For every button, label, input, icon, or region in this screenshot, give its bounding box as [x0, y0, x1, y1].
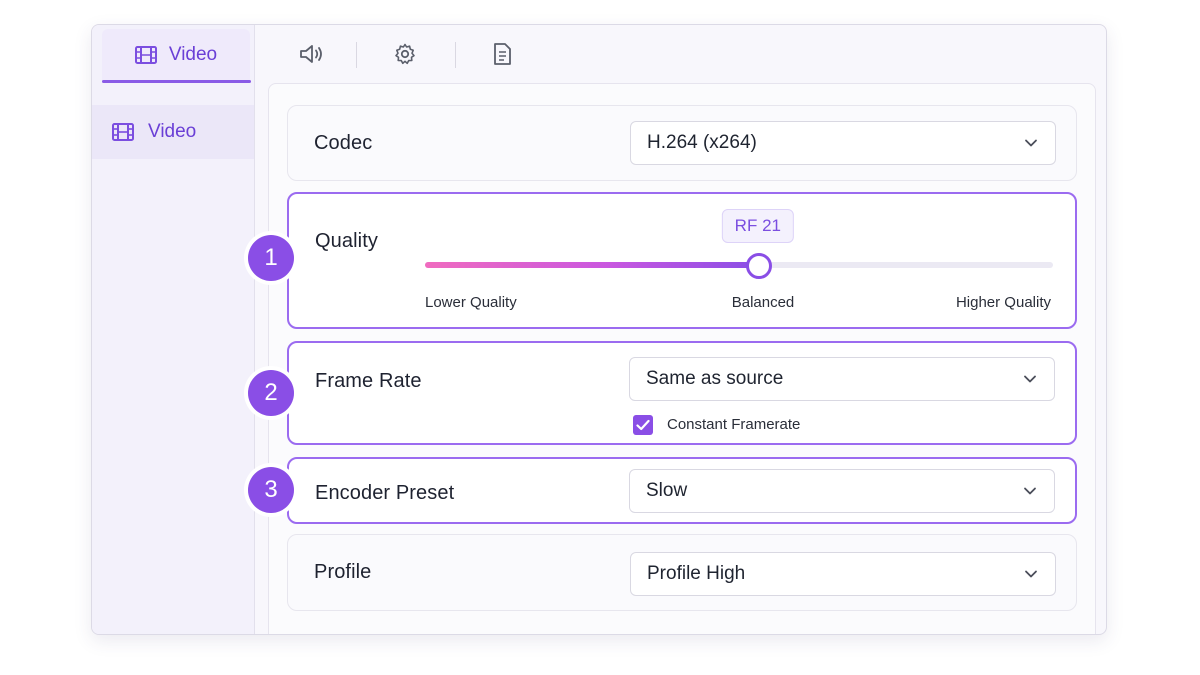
codec-label: Codec — [314, 132, 373, 154]
frame-rate-label: Frame Rate — [315, 370, 422, 392]
callout-badge-3: 3 — [248, 467, 294, 513]
quality-row: Quality RF 21 Lower Quality Balanced Hig… — [287, 192, 1077, 329]
quality-tick-balanced: Balanced — [731, 294, 795, 311]
callout-badge-1: 1 — [248, 235, 294, 281]
app-window: Video Video Codec H.264 (x264) Quality R… — [91, 24, 1107, 635]
sidebar-tab-label: Video — [168, 44, 218, 65]
chevron-down-icon — [1024, 487, 1036, 495]
chevron-down-icon — [1024, 375, 1036, 383]
chevron-down-icon — [1025, 139, 1037, 147]
encoder-preset-select[interactable]: Slow — [629, 469, 1055, 513]
encoder-preset-label: Encoder Preset — [315, 482, 455, 504]
codec-select[interactable]: H.264 (x264) — [630, 121, 1056, 165]
profile-select[interactable]: Profile High — [630, 552, 1056, 596]
encoder-preset-value: Slow — [646, 480, 688, 501]
constant-framerate-label: Constant Framerate — [667, 416, 801, 433]
toolbar-divider — [356, 42, 357, 68]
quality-label: Quality — [315, 230, 378, 252]
toolbar-divider — [455, 42, 456, 68]
sidebar-tab-video[interactable]: Video — [102, 29, 250, 81]
frame-rate-select[interactable]: Same as source — [629, 357, 1055, 401]
speaker-icon[interactable] — [296, 39, 326, 69]
quality-tick-lower: Lower Quality — [425, 294, 517, 311]
codec-value: H.264 (x264) — [647, 132, 757, 153]
quality-value-chip: RF 21 — [721, 209, 794, 243]
active-tab-indicator — [102, 80, 251, 83]
quality-slider-handle[interactable] — [745, 253, 772, 279]
quality-tick-higher: Higher Quality — [955, 294, 1051, 311]
profile-row: Profile Profile High — [287, 534, 1077, 611]
sidebar-item-label: Video — [148, 121, 197, 142]
chevron-down-icon — [1025, 570, 1037, 578]
codec-row: Codec H.264 (x264) — [287, 105, 1077, 181]
frame-rate-row: Frame Rate Same as source Constant Frame… — [287, 341, 1077, 445]
document-icon[interactable] — [487, 39, 517, 69]
quality-slider-fill — [425, 262, 758, 268]
gear-icon[interactable] — [390, 39, 420, 69]
checkmark-icon — [636, 419, 650, 431]
callout-badge-2: 2 — [248, 370, 294, 416]
frame-rate-value: Same as source — [646, 368, 784, 389]
film-icon — [112, 123, 134, 141]
encoder-preset-row: Encoder Preset Slow — [287, 457, 1077, 524]
profile-value: Profile High — [647, 563, 746, 584]
top-toolbar — [255, 25, 1106, 83]
film-icon — [134, 46, 157, 64]
sidebar-item-video[interactable]: Video — [92, 105, 254, 159]
quality-slider[interactable] — [425, 253, 1053, 279]
constant-framerate-checkbox[interactable] — [633, 415, 653, 435]
sidebar: Video Video — [92, 25, 255, 634]
profile-label: Profile — [314, 561, 372, 583]
